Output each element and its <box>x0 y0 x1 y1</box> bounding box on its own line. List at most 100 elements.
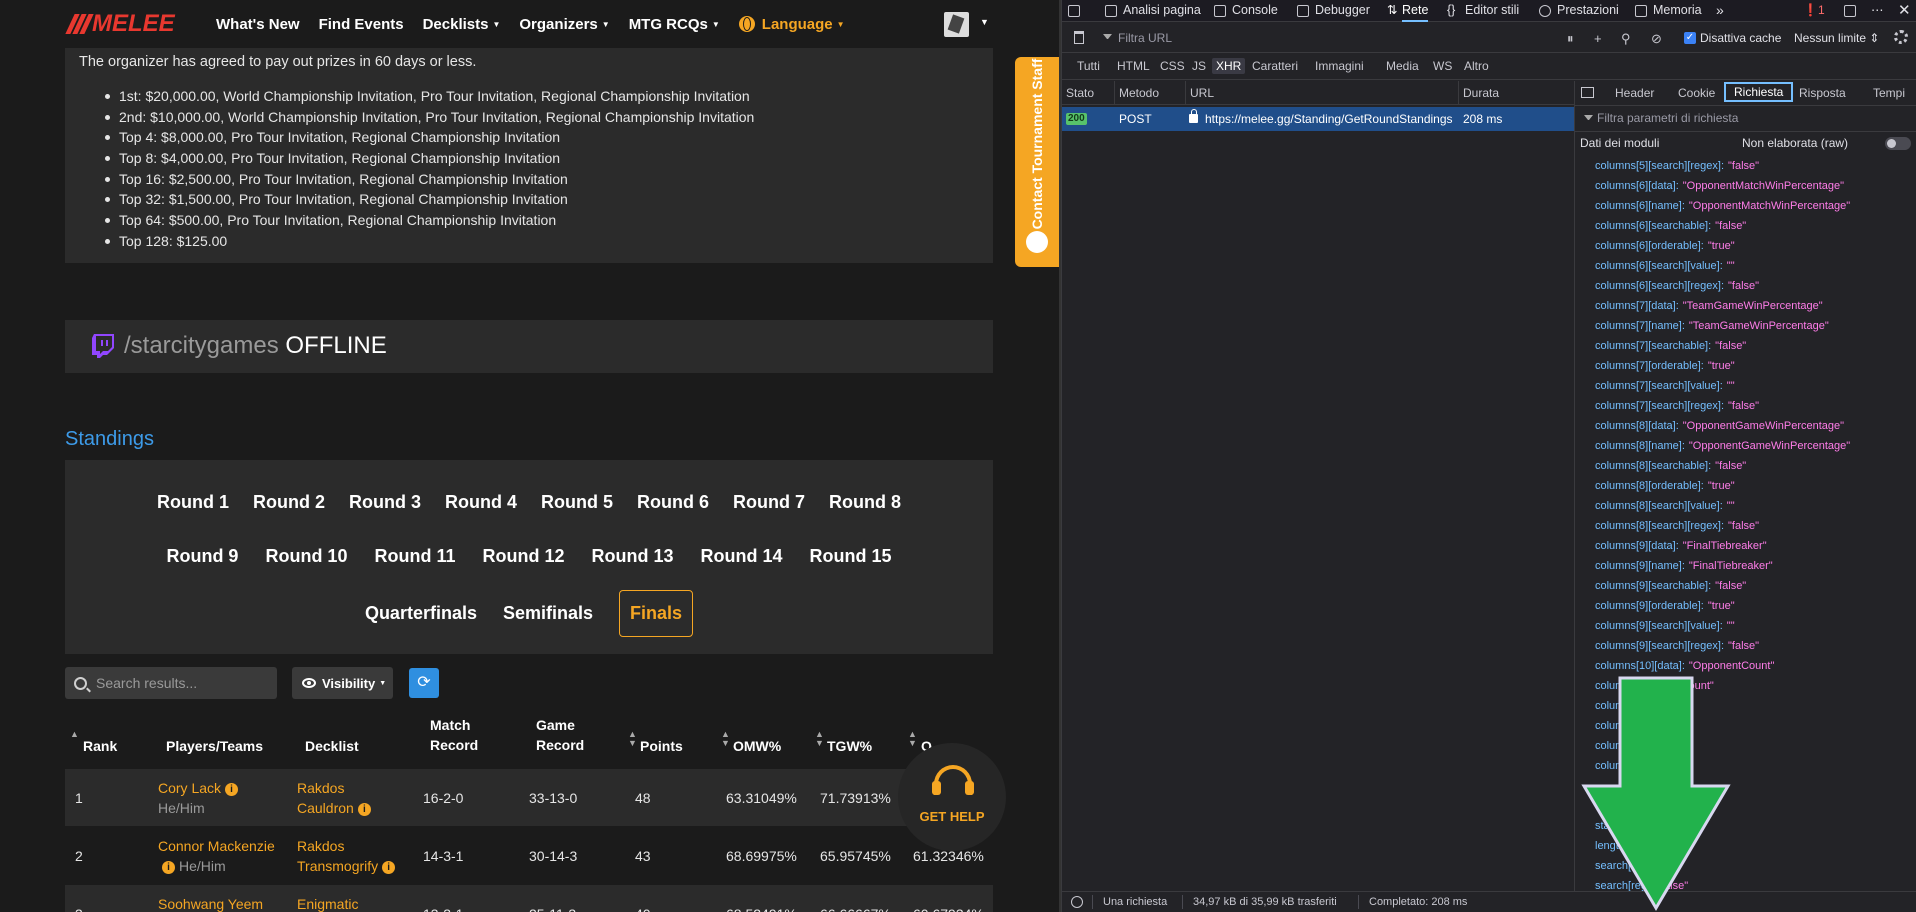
type-other[interactable]: Altro <box>1464 59 1489 73</box>
player-link[interactable]: Connor Mackenzie <box>158 838 275 854</box>
row-decklist[interactable]: Enigmatic <box>297 894 358 912</box>
nav-organizers[interactable]: Organizers ▼ <box>519 16 609 33</box>
col-decklist[interactable]: Decklist <box>305 736 359 756</box>
user-avatar[interactable] <box>944 12 969 37</box>
type-images[interactable]: Immagini <box>1315 59 1364 73</box>
type-fonts[interactable]: Caratteri <box>1252 59 1298 73</box>
dock-icon[interactable] <box>1844 5 1856 17</box>
player-link[interactable]: Cory Lack <box>158 780 221 796</box>
close-icon[interactable]: ✕ <box>1898 1 1911 19</box>
get-help-button[interactable]: GET HELP <box>898 743 1006 851</box>
round-1-button[interactable]: Round 1 <box>157 492 229 513</box>
quarterfinals-button[interactable]: Quarterfinals <box>365 603 477 624</box>
nav-mtg-rcqs[interactable]: MTG RCQs ▼ <box>629 16 720 33</box>
tab-timings[interactable]: Tempi <box>1873 86 1905 100</box>
type-html[interactable]: HTML <box>1117 59 1150 73</box>
type-all[interactable]: Tutti <box>1077 59 1100 73</box>
semifinals-button[interactable]: Semifinals <box>503 603 593 624</box>
sort-icon[interactable]: ▲ ▼ <box>908 730 917 748</box>
round-9-button[interactable]: Round 9 <box>166 546 238 567</box>
gear-icon[interactable] <box>1894 30 1908 44</box>
col-url[interactable]: URL <box>1190 86 1214 100</box>
player-link[interactable]: Soohwang Yeem <box>158 896 263 912</box>
raw-toggle-switch[interactable] <box>1885 137 1911 150</box>
col-game-record[interactable]: Game Record <box>536 715 584 755</box>
trash-icon[interactable] <box>1074 31 1084 44</box>
nav-language[interactable]: Language ▼ <box>738 16 845 33</box>
throttle-select[interactable]: Nessun limite ⇕ <box>1794 31 1879 45</box>
sort-asc-icon[interactable]: ▲ <box>70 730 79 739</box>
tab-memory[interactable]: Memoria <box>1653 0 1702 22</box>
type-css[interactable]: CSS <box>1160 59 1185 73</box>
col-omw[interactable]: OMW% <box>733 736 781 756</box>
pause-icon[interactable]: ⏸ <box>1567 31 1574 47</box>
add-icon[interactable]: + <box>1594 31 1602 46</box>
tab-request[interactable]: Richiesta <box>1724 82 1794 102</box>
round-8-button[interactable]: Round 8 <box>829 492 901 513</box>
disable-cache-checkbox[interactable]: ✓ <box>1684 32 1696 44</box>
tab-inspector[interactable]: Analisi pagina <box>1123 0 1201 22</box>
block-icon[interactable]: ⊘ <box>1651 31 1662 47</box>
tab-headers[interactable]: Header <box>1615 86 1654 100</box>
type-js[interactable]: JS <box>1192 59 1206 73</box>
melee-logo[interactable]: MELEE <box>65 10 175 37</box>
type-media[interactable]: Media <box>1386 59 1419 73</box>
type-xhr[interactable]: XHR <box>1212 58 1246 74</box>
round-7-button[interactable]: Round 7 <box>733 492 805 513</box>
info-icon[interactable]: i <box>225 782 239 796</box>
round-14-button[interactable]: Round 14 <box>701 546 783 567</box>
tab-console[interactable]: Console <box>1232 0 1278 22</box>
col-duration[interactable]: Durata <box>1463 86 1499 100</box>
nav-find-events[interactable]: Find Events <box>319 16 404 33</box>
tab-performance[interactable]: Prestazioni <box>1557 0 1619 22</box>
col-match-record[interactable]: Match Record <box>430 715 478 755</box>
col-rank[interactable]: Rank <box>83 736 117 756</box>
col-tgw[interactable]: TGW% <box>827 736 872 756</box>
finals-button[interactable]: Finals <box>619 590 694 637</box>
col-status[interactable]: Stato <box>1066 86 1094 100</box>
panel-toggle-icon[interactable] <box>1581 87 1594 98</box>
tab-style-editor[interactable]: Editor stili <box>1465 0 1519 22</box>
tab-response[interactable]: Risposta <box>1799 86 1846 100</box>
tab-debugger[interactable]: Debugger <box>1315 0 1370 22</box>
round-6-button[interactable]: Round 6 <box>637 492 709 513</box>
info-icon[interactable]: i <box>357 802 371 816</box>
nav-decklists[interactable]: Decklists ▼ <box>423 16 501 33</box>
tab-cookies[interactable]: Cookie <box>1678 86 1715 100</box>
row-decklist[interactable]: Rakdos Transmogrify i <box>297 836 399 876</box>
performance-analysis-icon[interactable] <box>1071 896 1083 908</box>
col-points[interactable]: Points <box>640 736 683 756</box>
col-method[interactable]: Metodo <box>1119 86 1159 100</box>
round-13-button[interactable]: Round 13 <box>592 546 674 567</box>
twitch-channel-link[interactable]: /starcitygames OFFLINE <box>124 332 387 360</box>
sort-icon[interactable]: ▲ ▼ <box>815 730 824 748</box>
search-icon[interactable]: ⚲ <box>1621 31 1631 47</box>
info-icon[interactable]: i <box>382 860 396 874</box>
info-icon[interactable]: i <box>162 860 175 874</box>
round-11-button[interactable]: Round 11 <box>374 546 455 567</box>
round-2-button[interactable]: Round 2 <box>253 492 325 513</box>
row-decklist[interactable]: Rakdos Cauldron i <box>297 778 375 818</box>
type-ws[interactable]: WS <box>1433 59 1452 73</box>
round-4-button[interactable]: Round 4 <box>445 492 517 513</box>
nav-whats-new[interactable]: What's New <box>216 16 300 33</box>
round-3-button[interactable]: Round 3 <box>349 492 421 513</box>
round-5-button[interactable]: Round 5 <box>541 492 613 513</box>
sort-icon[interactable]: ▲ ▼ <box>721 730 730 748</box>
more-options-icon[interactable]: ⋯ <box>1871 0 1884 22</box>
filter-url-input[interactable]: Filtra URL <box>1118 31 1172 45</box>
visibility-dropdown-button[interactable]: Visibility ▼ <box>292 667 393 699</box>
request-row-selected[interactable]: 200 POST https://melee.gg/Standing/GetRo… <box>1062 107 1574 131</box>
col-players[interactable]: Players/Teams <box>166 736 263 756</box>
refresh-button[interactable]: ⟳ <box>409 668 439 698</box>
round-12-button[interactable]: Round 12 <box>482 546 564 567</box>
more-tabs-icon[interactable]: » <box>1716 0 1724 22</box>
round-15-button[interactable]: Round 15 <box>810 546 892 567</box>
error-count-badge[interactable]: ❗1 <box>1803 3 1825 17</box>
tab-network[interactable]: Rete <box>1402 0 1429 22</box>
sort-icon[interactable]: ▲ ▼ <box>628 730 637 748</box>
round-10-button[interactable]: Round 10 <box>265 546 347 567</box>
caret-down-icon[interactable]: ▼ <box>980 17 989 27</box>
param-filter-input[interactable]: Filtra parametri di richiesta <box>1597 111 1738 125</box>
element-picker-icon[interactable] <box>1068 5 1080 17</box>
